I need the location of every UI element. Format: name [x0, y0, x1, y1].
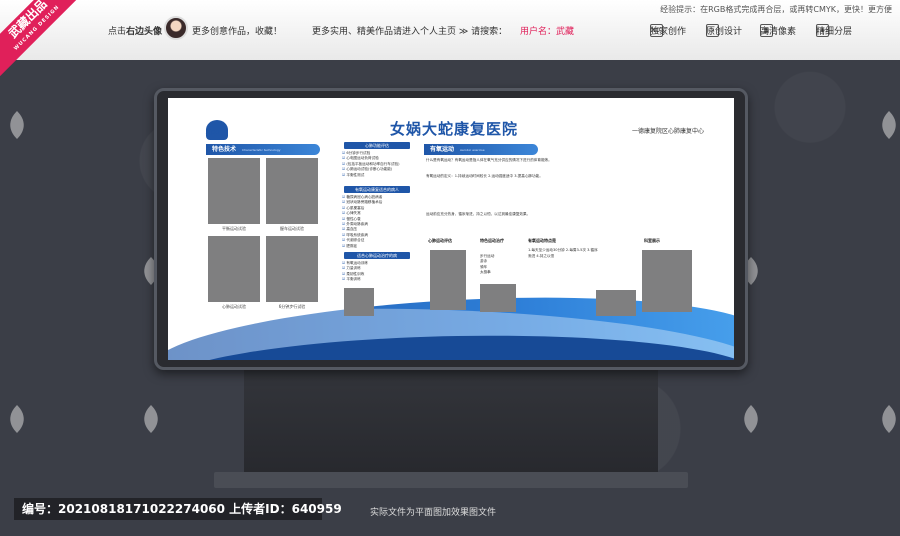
badge-label: 高清像素 [760, 27, 797, 37]
list-item: 平衡性测试 [342, 173, 400, 178]
photo-placeholder [480, 284, 516, 312]
feature-paragraph: 1.每天至少运动30分钟 2.每周3-5次 3.循序渐进 4.持之以恒 [528, 248, 598, 258]
column-title: 科室展示 [644, 238, 660, 243]
badge-label: 原创设计 [706, 27, 743, 37]
aerobic-paragraph: 什么是有氧运动？有氧运动是指人体在氧气充分供应的情况下进行的体育锻炼。 [426, 158, 552, 162]
tip-text: 经验提示：在RGB格式完成再合层，或再转CMYK，更快！更方便 [660, 5, 892, 14]
photo-placeholder [642, 250, 692, 312]
upload-id-box: 编号：20210818171022274060 上传者ID：640959 [14, 498, 342, 520]
mini-head-assessment: 心肺功能评估 [344, 142, 410, 149]
column-title: 心肺运动评估 [428, 238, 452, 243]
badge-label: 独家创作 [650, 27, 687, 37]
board-subtitle: 一德康复院区心肺康复中心 [631, 128, 704, 135]
list-item: 肥胖症 [342, 244, 382, 249]
watermark-icon [144, 405, 158, 433]
aerobic-paragraph: 有氧运动的定义：1.持续运动时间较长 2.运动强度适中 3.提高心肺功能。 [426, 174, 543, 178]
photo-caption: 握车运动试验 [280, 226, 304, 231]
watermark-icon [882, 111, 896, 139]
assessment-list: 6分钟步行试验 心电图运动负荷试验 (包括平板运动和功率自行车试验) 心肺运动试… [342, 151, 400, 178]
photo-placeholder [208, 158, 260, 224]
top-links-row: 点击右边头像 更多创意作品，收藏！ 更多实用、精美作品请进入个人主页 ≫ 请搜索… [0, 16, 900, 40]
column-title: 特色运动治疗 [480, 238, 504, 243]
mini-head-patients: 有氧运动康复适合的病人 [344, 186, 410, 193]
photo-caption: 心肺运动试验 [222, 304, 246, 309]
billboard-screen: Xpo 女娲大蛇康复医院 一德康复院区心肺康复中心 特色技术 Characteri… [168, 98, 734, 360]
billboard-base [214, 472, 688, 488]
photo-placeholder [266, 158, 318, 224]
watermark-icon [744, 405, 758, 433]
more-works-text: 更多创意作品，收藏！ [192, 27, 283, 37]
billboard-stand [244, 370, 658, 488]
avatar[interactable] [164, 16, 188, 40]
list-item: 心肺运动试验(诊断心功能能) [342, 167, 400, 172]
section-head-aerobic: 有氧运动 Aerobic exercise [424, 144, 538, 155]
section-head-label: 有氧运动 [430, 146, 455, 153]
list-item: 太极拳 [480, 270, 491, 275]
section-head-label: 特色技术 [212, 146, 237, 153]
section-head-sub: Characteristic technology [242, 148, 281, 152]
watermark-icon [10, 405, 24, 433]
photo-placeholder [208, 236, 260, 302]
badge-label: 精细分层 [816, 27, 853, 37]
mini-head-treatment: 适合心肺运动治疗的病 [344, 252, 410, 259]
click-label: 点击 [108, 27, 127, 37]
photo-placeholder [430, 250, 466, 310]
patients-list: 糖尿病冠心病心脏病者 冠状动脉旁路移植术后 心肌梗塞后 心律失常 慢性心衰 外周… [342, 195, 382, 249]
list-item: 平衡训练 [342, 277, 368, 282]
watermark-icon [10, 111, 24, 139]
column-title: 有氧运动特点是 [528, 238, 556, 243]
username-text[interactable]: 用户名：武藏 [520, 24, 574, 37]
section-head-technology: 特色技术 Characteristic technology [206, 144, 320, 155]
click-highlight: 右边头像 [126, 27, 163, 37]
therapy-list: 步行运动 游泳 骑车 太极拳 [480, 254, 494, 276]
photo-placeholder [344, 288, 374, 316]
top-banner: 经验提示：在RGB格式完成再合层，或再转CMYK，更快！更方便 点击右边头像 更… [0, 0, 900, 60]
click-avatar-text: 点击右边头像 [108, 24, 162, 37]
homepage-link[interactable]: 更多实用、精美作品请进入个人主页 ≫ 请搜索： [312, 24, 507, 37]
photo-caption: 平衡运动试验 [222, 226, 246, 231]
logo-text: Xpo [206, 128, 220, 136]
photo-placeholder [596, 290, 636, 316]
board-title: 女娲大蛇康复医院 [390, 120, 519, 138]
aerobic-paragraph: 运动前应充分热身，循序渐进，持之以恒，以达到最佳康复效果。 [426, 212, 531, 216]
photo-caption: 6分钟步行试验 [278, 304, 306, 309]
photo-placeholder [266, 236, 318, 302]
section-head-sub: Aerobic exercise [460, 148, 485, 152]
treatment-list: 有氧运动训练 力量训练 柔韧性训练 平衡训练 [342, 261, 368, 283]
file-note: 实际文件为平面图加效果图文件 [370, 508, 497, 518]
watermark-icon [882, 405, 896, 433]
